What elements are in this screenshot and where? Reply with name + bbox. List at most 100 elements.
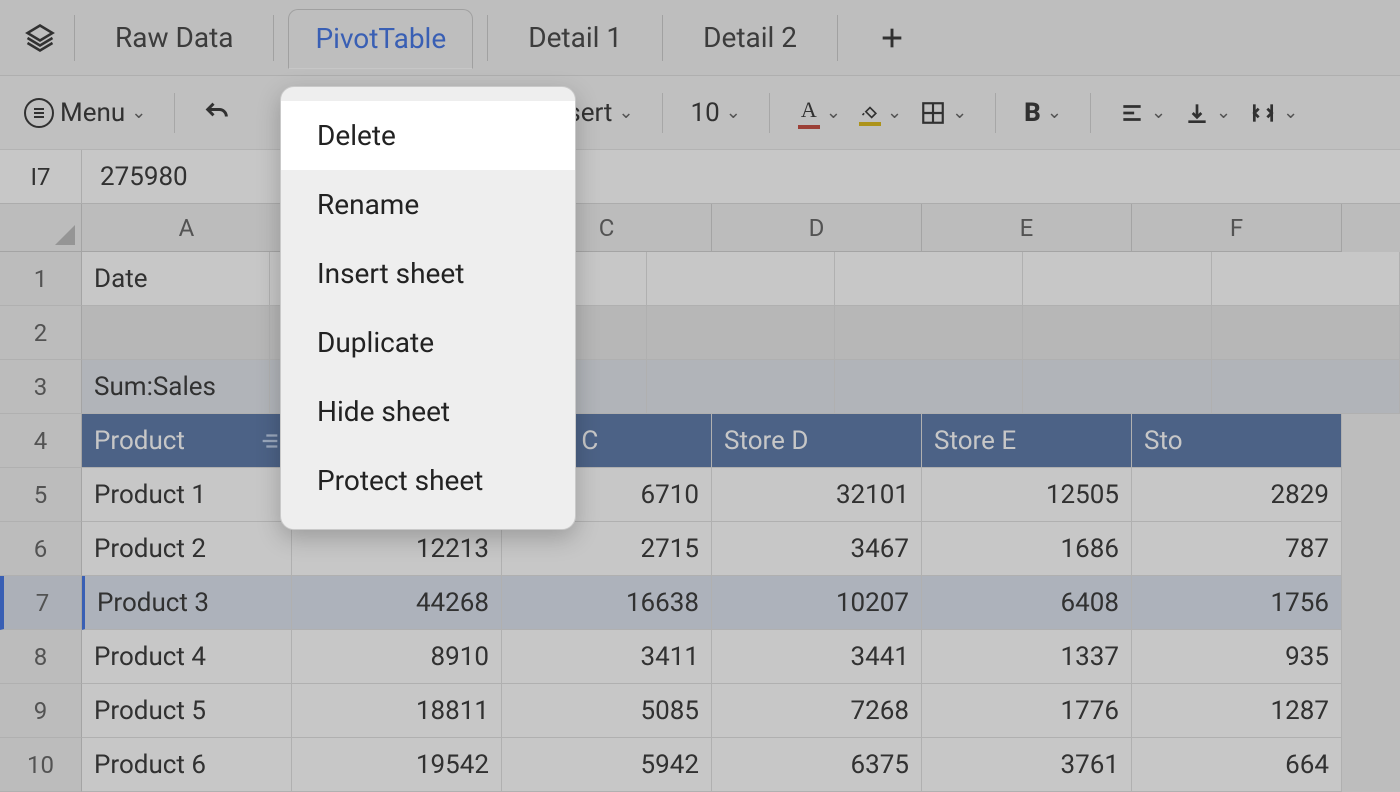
vertical-align-button[interactable]: ⌄ [1184, 100, 1231, 126]
cell[interactable] [1023, 252, 1211, 306]
menu-item-hide-sheet[interactable]: Hide sheet [281, 377, 575, 446]
cell[interactable]: 44268 [292, 576, 502, 630]
tab-raw-data[interactable]: Raw Data [89, 8, 259, 68]
row-header[interactable]: 7 [0, 576, 82, 630]
cell[interactable] [1023, 306, 1211, 360]
formula-value[interactable]: 275980 [82, 162, 188, 192]
font-size-select[interactable]: 10 ⌄ [691, 98, 741, 128]
row-header[interactable]: 2 [0, 306, 82, 360]
wrap-button[interactable]: ⌄ [1249, 100, 1298, 126]
insert-menu[interactable]: sert ⌄ [567, 98, 633, 128]
row-header[interactable]: 10 [0, 738, 82, 792]
row-header[interactable]: 1 [0, 252, 82, 306]
cell[interactable]: 12505 [922, 468, 1132, 522]
cell[interactable]: 8910 [292, 630, 502, 684]
pivot-row-field[interactable]: Product [82, 414, 292, 468]
cell[interactable]: Product 4 [82, 630, 292, 684]
cell[interactable]: 1756 [1132, 576, 1342, 630]
cell[interactable]: 18811 [292, 684, 502, 738]
cell[interactable]: 1337 [922, 630, 1132, 684]
cell[interactable]: 935 [1132, 630, 1342, 684]
cell[interactable] [647, 306, 835, 360]
cell[interactable] [647, 252, 835, 306]
cell[interactable]: 1287 [1132, 684, 1342, 738]
fill-color-button[interactable]: ⌄ [859, 100, 902, 126]
cell[interactable]: 3761 [922, 738, 1132, 792]
menu-item-duplicate[interactable]: Duplicate [281, 308, 575, 377]
cell[interactable]: 2715 [502, 522, 712, 576]
cell[interactable]: 10207 [712, 576, 922, 630]
font-color-button[interactable]: A ⌄ [798, 97, 841, 129]
cell[interactable]: Product 3 [82, 576, 292, 630]
cell[interactable] [647, 360, 835, 414]
cell[interactable]: 1776 [922, 684, 1132, 738]
chevron-down-icon: ⌄ [952, 102, 967, 123]
cell[interactable]: 19542 [292, 738, 502, 792]
pivot-col-header[interactable]: Sto [1132, 414, 1342, 468]
borders-button[interactable]: ⌄ [920, 100, 967, 126]
column-header[interactable]: A [82, 204, 292, 252]
column-header[interactable]: E [922, 204, 1132, 252]
align-left-icon [1119, 100, 1145, 126]
horizontal-align-button[interactable]: ⌄ [1119, 100, 1166, 126]
cell[interactable] [835, 252, 1023, 306]
menu-item-insert-sheet[interactable]: Insert sheet [281, 239, 575, 308]
cell[interactable]: Product 2 [82, 522, 292, 576]
bold-button[interactable]: B ⌄ [1024, 98, 1062, 128]
undo-button[interactable] [203, 99, 231, 127]
row-header[interactable]: 9 [0, 684, 82, 738]
cell[interactable]: Product 1 [82, 468, 292, 522]
cell[interactable]: 5085 [502, 684, 712, 738]
row-header[interactable]: 6 [0, 522, 82, 576]
menu-item-rename[interactable]: Rename [281, 170, 575, 239]
tab-detail-2[interactable]: Detail 2 [677, 8, 823, 68]
cell[interactable] [835, 360, 1023, 414]
cell[interactable]: 16638 [502, 576, 712, 630]
pivot-col-header[interactable]: Store D [712, 414, 922, 468]
cell[interactable]: 664 [1132, 738, 1342, 792]
row-header[interactable]: 8 [0, 630, 82, 684]
cell[interactable] [1212, 360, 1400, 414]
select-all-corner[interactable] [0, 204, 82, 252]
menu-item-delete[interactable]: Delete [281, 101, 575, 170]
row-header[interactable]: 5 [0, 468, 82, 522]
cell[interactable]: Product 6 [82, 738, 292, 792]
cell[interactable] [1212, 252, 1400, 306]
separator [74, 15, 75, 61]
cell[interactable]: 2829 [1132, 468, 1342, 522]
menu-button[interactable]: Menu ⌄ [24, 98, 146, 128]
cell[interactable]: 32101 [712, 468, 922, 522]
cell[interactable]: 1686 [922, 522, 1132, 576]
menu-item-protect-sheet[interactable]: Protect sheet [281, 446, 575, 515]
pivot-col-header[interactable]: Store E [922, 414, 1132, 468]
cell[interactable]: 6408 [922, 576, 1132, 630]
cell[interactable]: 7268 [712, 684, 922, 738]
row-header[interactable]: 3 [0, 360, 82, 414]
chevron-down-icon: ⌄ [131, 102, 146, 123]
cell[interactable]: 787 [1132, 522, 1342, 576]
chevron-down-icon: ⌄ [1047, 102, 1062, 123]
cell[interactable]: 5942 [502, 738, 712, 792]
layers-icon[interactable] [20, 23, 60, 53]
cell[interactable] [1023, 360, 1211, 414]
column-header[interactable]: F [1132, 204, 1342, 252]
align-right-icon [259, 430, 281, 452]
cell[interactable]: Date [82, 252, 270, 306]
tab-detail-1[interactable]: Detail 1 [502, 8, 648, 68]
cell-address-box[interactable]: I7 [0, 150, 82, 203]
cell[interactable]: Sum:Sales [82, 360, 270, 414]
cell[interactable] [1212, 306, 1400, 360]
column-header[interactable]: D [712, 204, 922, 252]
add-sheet-button[interactable] [872, 24, 912, 52]
cell[interactable]: 3467 [712, 522, 922, 576]
cell[interactable]: 3411 [502, 630, 712, 684]
cell[interactable]: Product 5 [82, 684, 292, 738]
cell[interactable]: 3441 [712, 630, 922, 684]
cell[interactable] [835, 306, 1023, 360]
row-header[interactable]: 4 [0, 414, 82, 468]
fill-color-swatch [859, 122, 881, 126]
cell[interactable]: 12213 [292, 522, 502, 576]
cell[interactable]: 6375 [712, 738, 922, 792]
cell[interactable] [82, 306, 270, 360]
tab-pivottable[interactable]: PivotTable [288, 9, 473, 69]
